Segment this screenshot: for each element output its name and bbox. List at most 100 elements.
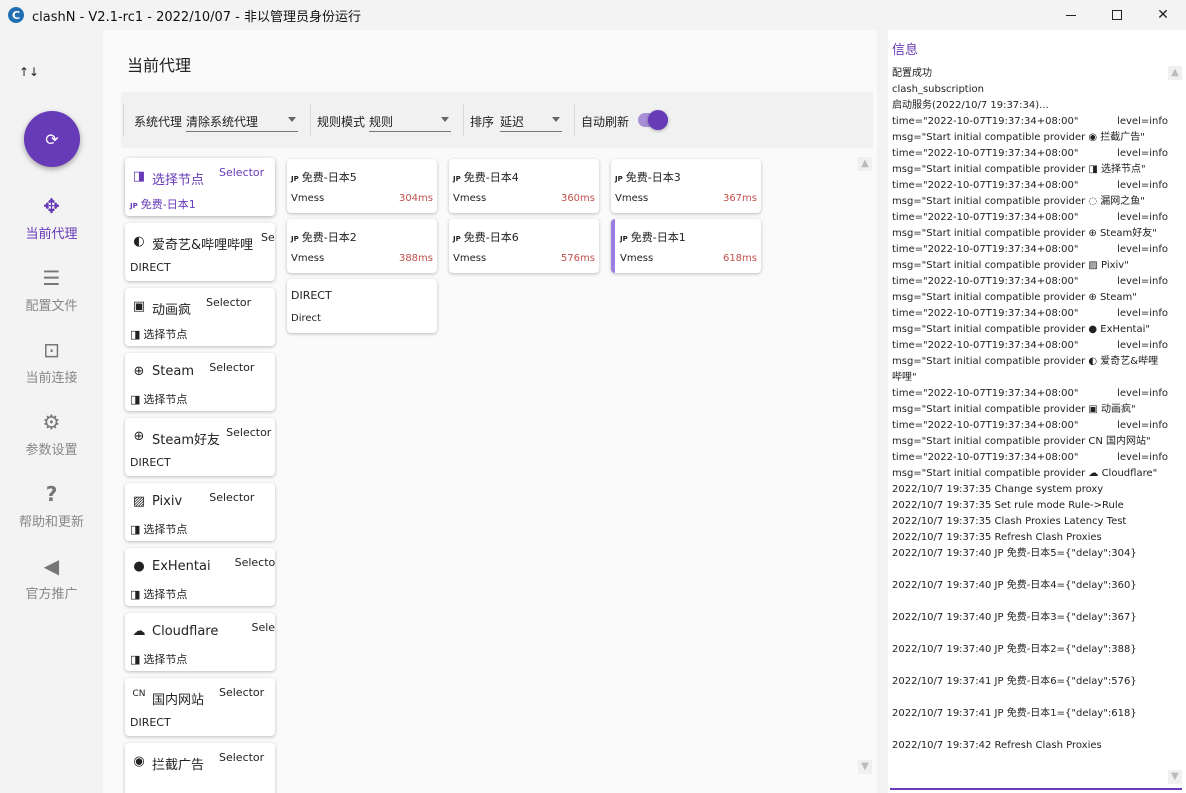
proxy-group-card[interactable]: ⊕ Steam好友 Selector DIRECT	[125, 418, 275, 476]
proxy-node-card[interactable]: DIRECT Direct	[287, 279, 437, 333]
log-scroll-down-icon[interactable]: ▼	[1168, 770, 1182, 784]
group-name: 爱奇艺&哔哩哔哩	[152, 238, 254, 253]
nav-item-label: 参数设置	[25, 443, 78, 458]
proxy-name-label: 免费-日本3	[625, 171, 681, 184]
refresh-button[interactable]: ⟳	[24, 111, 80, 167]
log-line-level: level=info	[1117, 420, 1168, 431]
group-current-node: ◨ 选择节点	[130, 326, 187, 342]
log-line-level: level=info	[1117, 212, 1168, 223]
log-line: msg="Start initial compatible provider ◐…	[892, 354, 1168, 370]
rule-mode-select[interactable]: 规则	[369, 106, 451, 132]
scroll-up-icon[interactable]: ▲	[858, 157, 872, 171]
log-line-text: time="2022-10-07T19:37:34+08:00"	[892, 388, 1079, 399]
proxy-type: Vmess	[453, 253, 487, 264]
group-current-prefix: ◨	[130, 328, 141, 341]
proxy-node-card[interactable]: JP 免费-日本5 Vmess 304ms	[287, 159, 437, 213]
log-line-text: 2022/10/7 19:37:35 Change system proxy	[892, 484, 1104, 495]
proxy-prefix: JP	[453, 235, 461, 243]
proxy-group-card[interactable]: ● ExHentai Selector ◨选择节点	[125, 548, 275, 606]
proxy-group-card[interactable]: CN 国内网站 Selector DIRECT	[125, 678, 275, 736]
group-icon: ◨	[132, 169, 146, 184]
group-current-node: ◨ 选择节点	[130, 521, 187, 537]
sort-arrows-icon[interactable]: ↑↓	[19, 66, 39, 78]
auto-refresh-label: 自动刷新	[581, 115, 630, 129]
proxy-name: JP 免费-日本5	[291, 169, 357, 185]
nav-item-4[interactable]: ? 帮助和更新	[0, 481, 103, 541]
log-line-text: 配置成功	[892, 68, 932, 79]
group-name: 拦截广告	[152, 758, 205, 773]
log-line: msg="Start initial compatible provider C…	[892, 434, 1168, 450]
log-line: msg="Start initial compatible provider ▣…	[892, 402, 1168, 418]
app-logo-icon: C	[8, 7, 24, 23]
nav-item-1[interactable]: ☰ 配置文件	[0, 265, 103, 325]
close-button[interactable]: ✕	[1140, 0, 1186, 30]
log-scroll-up-icon[interactable]: ▲	[1168, 66, 1182, 80]
proxy-group-card[interactable]: ▨ Pixiv Selector ◨ 选择节点	[125, 483, 275, 541]
proxy-group-card[interactable]: ◐ 爱奇艺&哔哩哔哩 Se DIRECT	[125, 223, 275, 281]
system-proxy-value: 清除系统代理	[186, 115, 259, 129]
nav-item-2[interactable]: ⊡ 当前连接	[0, 337, 103, 397]
log-text[interactable]: 配置成功 clash_subscription 启动服务(2022/10/7 19:…	[892, 66, 1168, 754]
group-name: Steam好友	[152, 433, 220, 448]
minimize-button[interactable]	[1048, 0, 1094, 30]
proxy-group-card[interactable]: ⊕ Steam Selector ◨ 选择节点	[125, 353, 275, 411]
proxy-node-card[interactable]: JP 免费-日本2 Vmess 388ms	[287, 219, 437, 273]
proxy-group-card[interactable]: ▣ 动画疯 Selector ◨ 选择节点	[125, 288, 275, 346]
nav-item-3[interactable]: ⚙ 参数设置	[0, 409, 103, 469]
nav-item-5[interactable]: ◀ 官方推广	[0, 553, 103, 613]
toolbar-divider	[463, 104, 464, 136]
proxy-type: Vmess	[615, 193, 649, 204]
maximize-button[interactable]	[1094, 0, 1140, 30]
sort-select[interactable]: 延迟	[500, 106, 562, 132]
log-line: msg="Start initial compatible provider ◉…	[892, 130, 1168, 146]
log-line: 哔哩"	[892, 370, 1168, 386]
proxy-node-card[interactable]: JP 免费-日本4 Vmess 360ms	[449, 159, 599, 213]
proxy-delay: 388ms	[398, 253, 433, 264]
nav-item-label: 配置文件	[25, 299, 78, 314]
log-line-text: time="2022-10-07T19:37:34+08:00"	[892, 276, 1079, 287]
proxy-prefix: JP	[620, 235, 628, 243]
log-line-level: level=info	[1117, 340, 1168, 351]
toolbar-divider	[310, 104, 311, 136]
log-line-text: 2022/10/7 19:37:35 Refresh Clash Proxies	[892, 532, 1102, 543]
log-line-text: msg="Start initial compatible provider ◨…	[892, 164, 1146, 175]
group-icon: ◉	[133, 754, 145, 769]
auto-refresh-toggle-knob[interactable]	[648, 110, 668, 130]
log-line-level: level=info	[1117, 116, 1168, 127]
group-current-prefix: JP	[130, 202, 138, 210]
group-current-label: DIRECT	[130, 716, 171, 729]
sort-value: 延迟	[500, 115, 525, 129]
proxy-node-card[interactable]: JP 免费-日本6 Vmess 576ms	[449, 219, 599, 273]
proxy-delay: 576ms	[560, 253, 595, 264]
log-line: 2022/10/7 19:37:35 Refresh Clash Proxies	[892, 530, 1168, 546]
scroll-down-icon[interactable]: ▼	[858, 760, 872, 774]
system-proxy-select[interactable]: 清除系统代理	[186, 106, 298, 132]
log-line: time="2022-10-07T19:37:34+08:00" level=in…	[892, 210, 1168, 226]
log-line-level: level=info	[1117, 452, 1168, 463]
log-line-text: msg="Start initial compatible provider C…	[892, 436, 1151, 447]
proxy-node-card[interactable]: JP 免费-日本3 Vmess 367ms	[611, 159, 761, 213]
log-line: 2022/10/7 19:37:35 Clash Proxies Latency…	[892, 514, 1168, 530]
group-type: Selector	[219, 166, 265, 179]
group-icon: ⊕	[133, 364, 145, 379]
proxy-delay: 618ms	[722, 253, 757, 264]
log-line-text: msg="Start initial compatible provider ▣…	[892, 404, 1136, 415]
proxy-node-card[interactable]: JP 免费-日本1 Vmess 618ms	[611, 219, 761, 273]
log-line-text: msg="Start initial compatible provider ☁…	[892, 468, 1158, 479]
group-current-label: 选择节点	[143, 653, 188, 666]
proxy-group-card[interactable]: ◨ 选择节点 Selector JP 免费-日本1	[125, 158, 275, 216]
log-line-text: time="2022-10-07T19:37:34+08:00"	[892, 308, 1079, 319]
log-line-text: msg="Start initial compatible provider ◐…	[892, 356, 1159, 367]
group-type: Selector	[206, 296, 252, 309]
proxy-group-card[interactable]: ☁ Cloudflare Selector ◨选择节点	[125, 613, 275, 671]
selected-indicator	[611, 219, 615, 273]
log-line: time="2022-10-07T19:37:34+08:00" level=in…	[892, 450, 1168, 466]
group-icon: CN	[132, 689, 146, 699]
log-line-text: msg="Start initial compatible provider ◌…	[892, 196, 1145, 207]
log-line-level: level=info	[1117, 308, 1168, 319]
group-current-prefix: ◨	[130, 393, 141, 406]
log-line-text: 2022/10/7 19:37:40 JP 免费-日本3={"delay":36…	[892, 612, 1137, 623]
proxy-group-card[interactable]: ◉ 拦截广告 Selector	[125, 743, 275, 793]
nav-item-0[interactable]: ✥ 当前代理	[0, 193, 103, 253]
